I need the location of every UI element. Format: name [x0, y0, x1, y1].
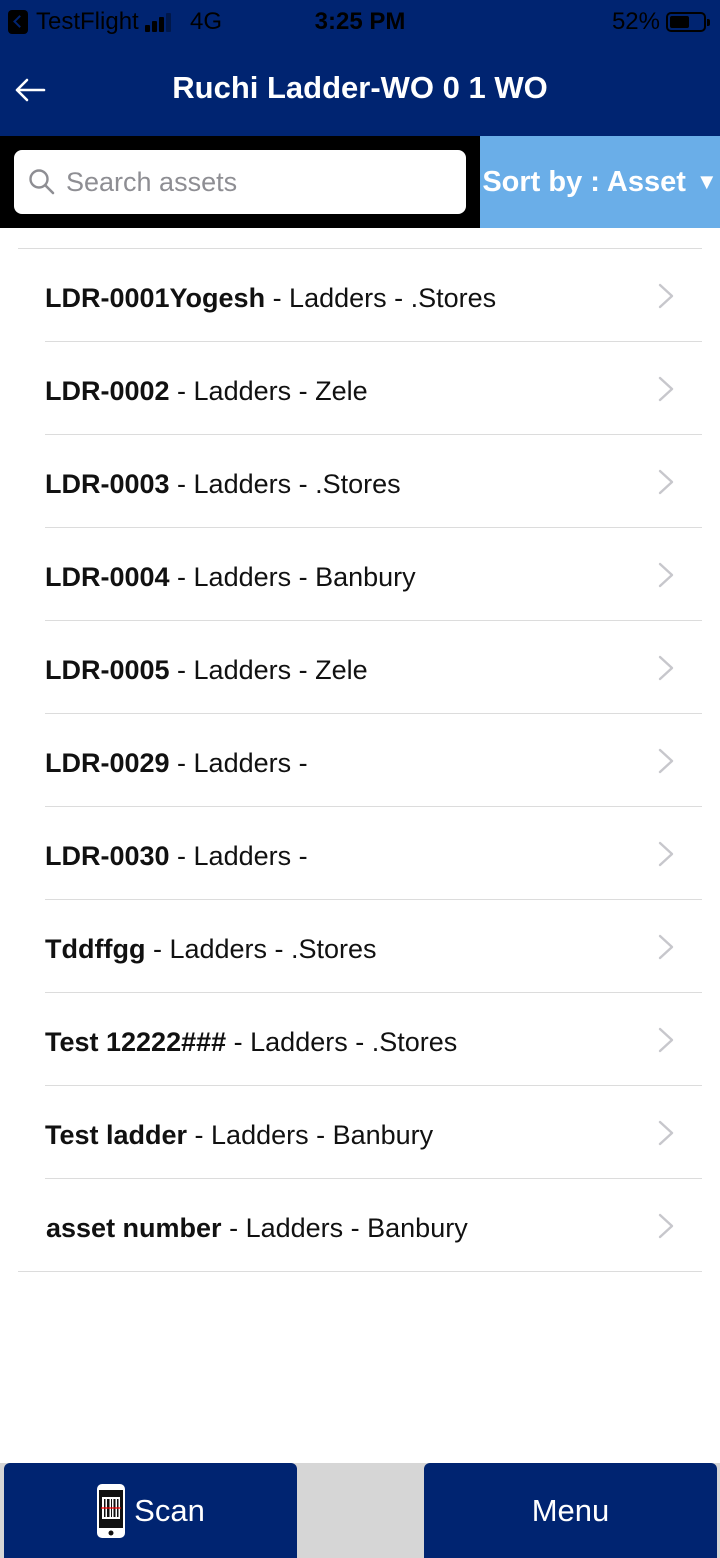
asset-details: - Ladders - .Stores — [265, 283, 497, 313]
status-bar: TestFlight 4G 3:25 PM 52% — [0, 0, 720, 44]
chevron-right-icon — [658, 283, 674, 309]
chevron-right-icon — [658, 469, 674, 495]
scan-button[interactable]: Scan — [4, 1463, 297, 1558]
asset-id: LDR-0003 — [45, 469, 170, 499]
sort-by-label: Sort by : Asset — [482, 165, 686, 198]
chevron-right-icon — [658, 655, 674, 681]
asset-list: LDR-0001Yogesh - Ladders - .Stores LDR-00… — [18, 248, 702, 1272]
sort-by-button[interactable]: Sort by : Asset ▼ — [480, 136, 720, 228]
asset-details: - Ladders - .Stores — [169, 469, 401, 499]
asset-list-item[interactable]: LDR-0003 - Ladders - .Stores — [45, 435, 702, 528]
asset-id: LDR-0004 — [45, 562, 170, 592]
asset-list-item[interactable]: LDR-0002 - Ladders - Zele — [45, 342, 702, 435]
nav-bar: Ruchi Ladder-WO 0 1 WO — [0, 44, 720, 136]
asset-list-item[interactable]: Test 12222### - Ladders - .Stores — [45, 993, 702, 1086]
asset-id: asset number — [46, 1213, 222, 1243]
asset-label: LDR-0005 - Ladders - Zele — [45, 655, 368, 686]
bottom-bar: Scan Menu — [0, 1463, 720, 1558]
chevron-right-icon — [658, 376, 674, 402]
asset-list-item[interactable]: LDR-0030 - Ladders - — [45, 807, 702, 900]
chevron-right-icon — [658, 1120, 674, 1146]
asset-details: - Ladders - Zele — [169, 655, 368, 685]
search-icon — [29, 169, 55, 195]
chevron-right-icon — [658, 1213, 674, 1239]
asset-list-item[interactable]: Tddffgg - Ladders - .Stores — [45, 900, 702, 993]
asset-label: LDR-0003 - Ladders - .Stores — [45, 469, 401, 500]
asset-list-item[interactable]: asset number - Ladders - Banbury — [18, 1179, 702, 1272]
asset-details: - Ladders - — [169, 841, 308, 871]
asset-id: Test 12222### — [45, 1027, 227, 1057]
asset-label: asset number - Ladders - Banbury — [46, 1213, 468, 1244]
asset-label: LDR-0004 - Ladders - Banbury — [45, 562, 416, 593]
asset-label: Test 12222### - Ladders - .Stores — [45, 1027, 457, 1058]
chevron-right-icon — [658, 1027, 674, 1053]
asset-id: LDR-0005 — [45, 655, 170, 685]
asset-label: LDR-0001Yogesh - Ladders - .Stores — [45, 283, 496, 314]
asset-details: - Ladders - .Stores — [226, 1027, 458, 1057]
search-box[interactable] — [14, 150, 466, 214]
asset-id: LDR-0029 — [45, 748, 170, 778]
asset-details: - Ladders - Banbury — [187, 1120, 434, 1150]
asset-label: LDR-0030 - Ladders - — [45, 841, 308, 872]
menu-button[interactable]: Menu — [424, 1463, 717, 1558]
search-input[interactable] — [66, 160, 456, 204]
chevron-right-icon — [658, 748, 674, 774]
asset-label: LDR-0029 - Ladders - — [45, 748, 308, 779]
menu-label: Menu — [531, 1492, 610, 1528]
asset-details: - Ladders - Banbury — [221, 1213, 468, 1243]
scan-label: Scan — [134, 1492, 205, 1528]
asset-list-item[interactable]: LDR-0004 - Ladders - Banbury — [45, 528, 702, 621]
asset-label: LDR-0002 - Ladders - Zele — [45, 376, 368, 407]
asset-list-item[interactable]: Test ladder - Ladders - Banbury — [45, 1086, 702, 1179]
search-row: Sort by : Asset ▼ — [0, 136, 720, 228]
asset-id: Test ladder — [45, 1120, 188, 1150]
chevron-right-icon — [658, 562, 674, 588]
asset-details: - Ladders - Zele — [169, 376, 368, 406]
battery-icon — [666, 12, 710, 32]
page-title: Ruchi Ladder-WO 0 1 WO — [172, 70, 548, 105]
asset-details: - Ladders - .Stores — [145, 934, 377, 964]
asset-details: - Ladders - Banbury — [169, 562, 416, 592]
asset-id: Tddffgg — [45, 934, 146, 964]
battery-percent: 52% — [611, 8, 660, 35]
asset-list-item[interactable]: LDR-0001Yogesh - Ladders - .Stores — [45, 249, 702, 342]
asset-id: LDR-0002 — [45, 376, 170, 406]
barcode-phone-icon — [97, 1483, 126, 1538]
chevron-right-icon — [658, 934, 674, 960]
asset-id: LDR-0001Yogesh — [45, 283, 266, 313]
asset-id: LDR-0030 — [45, 841, 170, 871]
dropdown-triangle-icon: ▼ — [695, 169, 718, 194]
asset-label: Tddffgg - Ladders - .Stores — [45, 934, 377, 965]
asset-label: Test ladder - Ladders - Banbury — [45, 1120, 433, 1151]
asset-list-item[interactable]: LDR-0005 - Ladders - Zele — [45, 621, 702, 714]
asset-details: - Ladders - — [169, 748, 308, 778]
asset-list-item[interactable]: LDR-0029 - Ladders - — [45, 714, 702, 807]
chevron-right-icon — [658, 841, 674, 867]
